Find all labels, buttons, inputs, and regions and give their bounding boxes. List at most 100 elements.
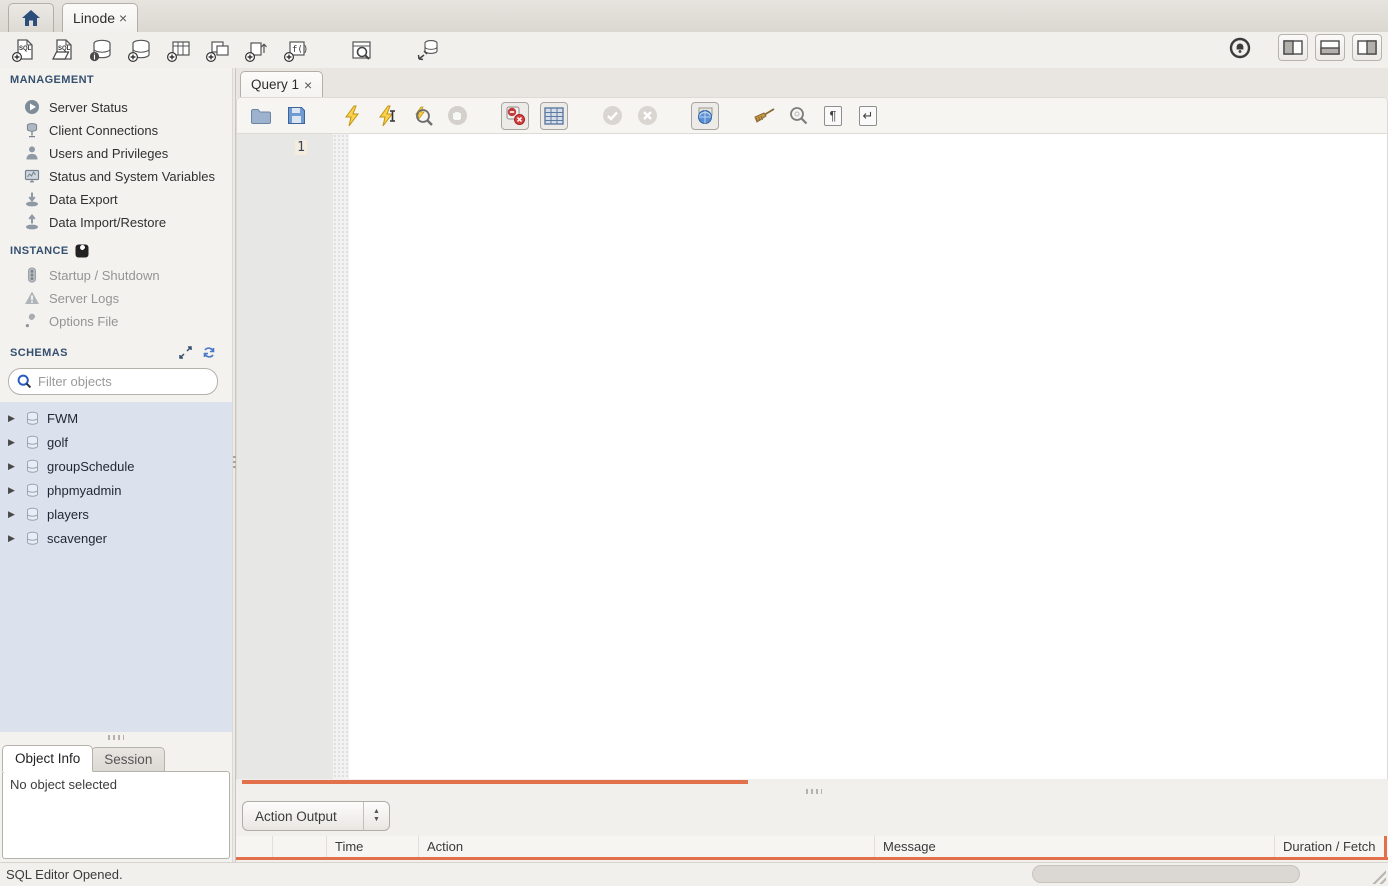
line-number-gutter: 1 (237, 134, 333, 779)
explain-button[interactable] (410, 104, 434, 128)
create-table-button[interactable] (166, 37, 192, 63)
object-info-text: No object selected (10, 777, 117, 792)
tab-query-1[interactable]: Query 1 × (240, 71, 323, 97)
sidebar-item-server-logs[interactable]: Server Logs (24, 287, 232, 309)
sidebar-item-startup-shutdown[interactable]: Startup / Shutdown (24, 264, 232, 286)
expander-icon[interactable]: ▶ (8, 437, 18, 448)
find-button[interactable] (786, 104, 810, 128)
sidebar-item-options-file[interactable]: Options File (24, 310, 232, 332)
sidebar-splitter-handle[interactable] (108, 735, 124, 740)
schema-icon (25, 435, 40, 450)
rollback-button[interactable] (635, 104, 659, 128)
toggle-wrap-button[interactable]: ↵ (856, 104, 880, 128)
expander-icon[interactable]: ▶ (8, 461, 18, 472)
instance-section-header: INSTANCE (10, 244, 89, 258)
output-panel: Action Output ▲▼ Time Action Message Dur… (236, 797, 1388, 862)
commit-button[interactable] (600, 104, 624, 128)
folder-icon (250, 107, 272, 125)
rollback-x-icon (637, 105, 658, 126)
wrench-icon (24, 313, 40, 329)
notifications-button[interactable] (1227, 35, 1253, 61)
autocommit-globe-icon (695, 105, 716, 126)
sql-code-editor[interactable]: 1 (236, 134, 1388, 779)
inspect-database-button[interactable]: i (88, 37, 114, 63)
new-sql-editor-button[interactable]: SQL (10, 37, 36, 63)
header-underline (236, 857, 1388, 860)
query-tab-bar: Query 1 × (236, 68, 1388, 97)
expander-icon[interactable]: ▶ (8, 533, 18, 544)
object-info-panel: No object selected (2, 771, 230, 859)
output-splitter[interactable] (236, 785, 1388, 797)
column-index[interactable] (272, 836, 326, 857)
create-function-button[interactable]: f() (283, 37, 309, 63)
schema-row-groupschedule[interactable]: ▶ groupSchedule (0, 454, 232, 478)
column-time[interactable]: Time (326, 836, 418, 857)
client-connections-icon (24, 122, 40, 138)
sidebar-item-data-import-restore[interactable]: Data Import/Restore (24, 211, 232, 233)
close-icon[interactable]: × (119, 11, 127, 25)
toggle-left-sidebar-button[interactable] (1278, 34, 1308, 61)
tab-session[interactable]: Session (91, 747, 165, 772)
column-message[interactable]: Message (874, 836, 1274, 857)
warning-triangle-icon (24, 290, 40, 306)
sidebar-item-server-status[interactable]: Server Status (24, 96, 232, 118)
save-icon (287, 106, 306, 125)
schema-row-fwm[interactable]: ▶ FWM (0, 406, 232, 430)
expander-icon[interactable]: ▶ (8, 509, 18, 520)
refresh-icon[interactable] (202, 346, 216, 359)
schema-icon (25, 459, 40, 474)
connection-tab-linode[interactable]: Linode × (62, 3, 138, 32)
schema-row-scavenger[interactable]: ▶ scavenger (0, 526, 232, 550)
explain-magnifier-icon (411, 105, 433, 127)
expand-panel-icon[interactable] (179, 346, 192, 359)
limit-rows-grid-icon (544, 107, 564, 125)
stop-button[interactable] (445, 104, 469, 128)
execute-button[interactable] (340, 104, 364, 128)
stop-hand-icon (447, 105, 468, 126)
save-script-button[interactable] (284, 104, 308, 128)
schema-row-phpmyadmin[interactable]: ▶ phpmyadmin (0, 478, 232, 502)
column-icon[interactable] (236, 836, 272, 857)
sidebar-item-status-system-variables[interactable]: Status and System Variables (24, 165, 232, 187)
column-duration-fetch[interactable]: Duration / Fetch (1274, 836, 1388, 857)
toggle-right-sidebar-button[interactable] (1352, 34, 1382, 61)
output-view-selector[interactable]: Action Output ▲▼ (242, 801, 390, 831)
right-panel-icon (1357, 40, 1377, 55)
output-horizontal-scrollbar-thumb[interactable] (1032, 865, 1300, 883)
open-script-button[interactable] (249, 104, 273, 128)
schema-filter-input[interactable] (38, 374, 214, 389)
tab-object-info[interactable]: Object Info (2, 745, 93, 772)
line-number: 1 (295, 140, 307, 155)
create-view-button[interactable] (205, 37, 231, 63)
expander-icon[interactable]: ▶ (8, 413, 18, 424)
sidebar-item-users-privileges[interactable]: Users and Privileges (24, 142, 232, 164)
beautify-button[interactable] (751, 104, 775, 128)
svg-text:f(): f() (292, 45, 308, 55)
create-schema-button[interactable] (127, 37, 153, 63)
sidebar-item-data-export[interactable]: Data Export (24, 188, 232, 210)
reconnect-dbms-button[interactable] (415, 37, 441, 63)
sidebar-item-client-connections[interactable]: Client Connections (24, 119, 232, 141)
column-action[interactable]: Action (418, 836, 874, 857)
limit-rows-button[interactable] (540, 102, 568, 130)
open-sql-script-button[interactable]: SQL (49, 37, 75, 63)
toggle-invisibles-button[interactable]: ¶ (821, 104, 845, 128)
toggle-bottom-panel-button[interactable] (1315, 34, 1345, 61)
search-table-data-button[interactable] (349, 37, 375, 63)
execute-current-statement-button[interactable] (375, 104, 399, 128)
expander-icon[interactable]: ▶ (8, 485, 18, 496)
toggle-stop-on-error-button[interactable] (501, 102, 529, 130)
schema-row-golf[interactable]: ▶ golf (0, 430, 232, 454)
schema-row-players[interactable]: ▶ players (0, 502, 232, 526)
toggle-autocommit-button[interactable] (691, 102, 719, 130)
create-procedure-button[interactable] (244, 37, 270, 63)
data-import-icon (24, 214, 40, 230)
spinner-arrows-icon[interactable]: ▲▼ (363, 802, 389, 830)
notification-bell-icon (1229, 37, 1251, 59)
scrollbar-thumb[interactable] (242, 780, 748, 784)
close-icon[interactable]: × (304, 78, 312, 92)
home-tab[interactable] (8, 3, 54, 32)
left-panel-icon (1283, 40, 1303, 55)
schema-filter-box[interactable] (8, 368, 218, 395)
right-edge-accent (1384, 836, 1387, 860)
